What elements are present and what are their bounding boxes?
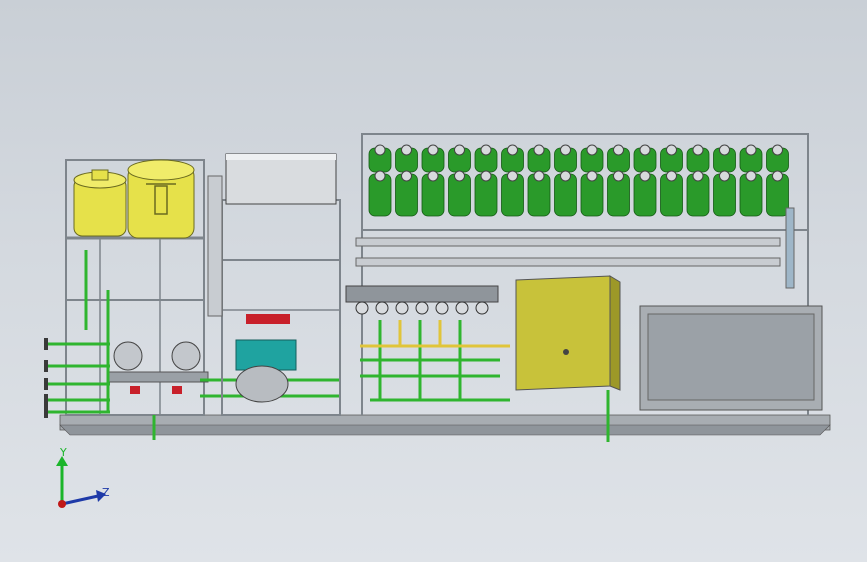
cylinder-valve-icon	[454, 170, 465, 182]
motor-pump	[235, 314, 297, 403]
y-axis-label: Y	[60, 446, 67, 459]
vertical-pipe	[207, 175, 223, 317]
valve-manifold	[345, 285, 499, 315]
cylinder-valve-icon	[692, 170, 704, 182]
cylinder-valve-icon	[533, 144, 545, 156]
yellow-pipes-middle	[360, 320, 510, 348]
gas-cylinders	[368, 144, 789, 217]
small-pipe-right	[785, 207, 795, 289]
cylinder-valve-icon	[613, 144, 624, 156]
valve-handle-icon	[455, 301, 469, 315]
cylinder-valve-icon	[480, 144, 492, 156]
x-axis-dot	[58, 500, 66, 508]
electrical-box	[225, 153, 337, 205]
cylinder-valve-icon	[374, 170, 386, 182]
skid-assembly-model[interactable]	[0, 0, 867, 562]
valve-handle-icon	[395, 301, 409, 315]
cylinder-valve-icon	[719, 170, 730, 182]
cylinder-valve-icon	[666, 144, 677, 156]
cylinder-valve-icon	[533, 170, 545, 182]
cylinder-valve-icon	[374, 144, 386, 156]
cylinder-valve-icon	[480, 170, 492, 182]
control-cabinet	[515, 275, 621, 391]
chemical-tank-small	[73, 169, 127, 237]
cylinder-valve-icon	[639, 144, 651, 156]
valve-handle-icon	[375, 301, 389, 315]
cylinder-valve-icon	[745, 144, 757, 156]
cad-viewport[interactable]: Y Z	[0, 0, 867, 562]
cylinder-valve-icon	[427, 144, 439, 156]
cylinder-valve-icon	[666, 170, 677, 182]
cylinder-valve-icon	[401, 170, 412, 182]
z-axis-label: Z	[102, 486, 110, 499]
cylinder-valve-icon	[507, 144, 518, 156]
cylinder-valve-icon	[507, 170, 518, 182]
cylinder-valve-icon	[639, 170, 651, 182]
base-skid	[59, 414, 831, 436]
green-pipes-middle	[360, 320, 510, 402]
right-enclosure	[639, 305, 823, 411]
cylinder-valve-icon	[586, 170, 598, 182]
valve-handle-icon	[475, 301, 489, 315]
cylinder-valve-icon	[772, 170, 783, 182]
cylinder-valve-icon	[427, 170, 439, 182]
dosing-pumps	[107, 341, 209, 394]
cylinder-valve-icon	[745, 170, 757, 182]
cylinder-valve-icon	[586, 144, 598, 156]
coordinate-triad	[56, 456, 106, 508]
valve-handle-icon	[415, 301, 429, 315]
chemical-tank-large	[127, 159, 195, 239]
cylinder-valve-icon	[454, 144, 465, 156]
header-pipes	[355, 237, 781, 267]
cylinder-valve-icon	[692, 144, 704, 156]
cylinder-valve-icon	[613, 170, 624, 182]
z-axis-arrow	[61, 494, 99, 506]
cylinder-valve-icon	[560, 170, 571, 182]
valve-handle-icon	[435, 301, 449, 315]
cylinder-valve-icon	[772, 144, 783, 156]
pipe-end-caps-left	[44, 338, 48, 418]
cylinder-valve-icon	[401, 144, 412, 156]
cylinder-valve-icon	[560, 144, 571, 156]
cylinder-valve-icon	[719, 144, 730, 156]
valve-handle-icon	[355, 301, 369, 315]
